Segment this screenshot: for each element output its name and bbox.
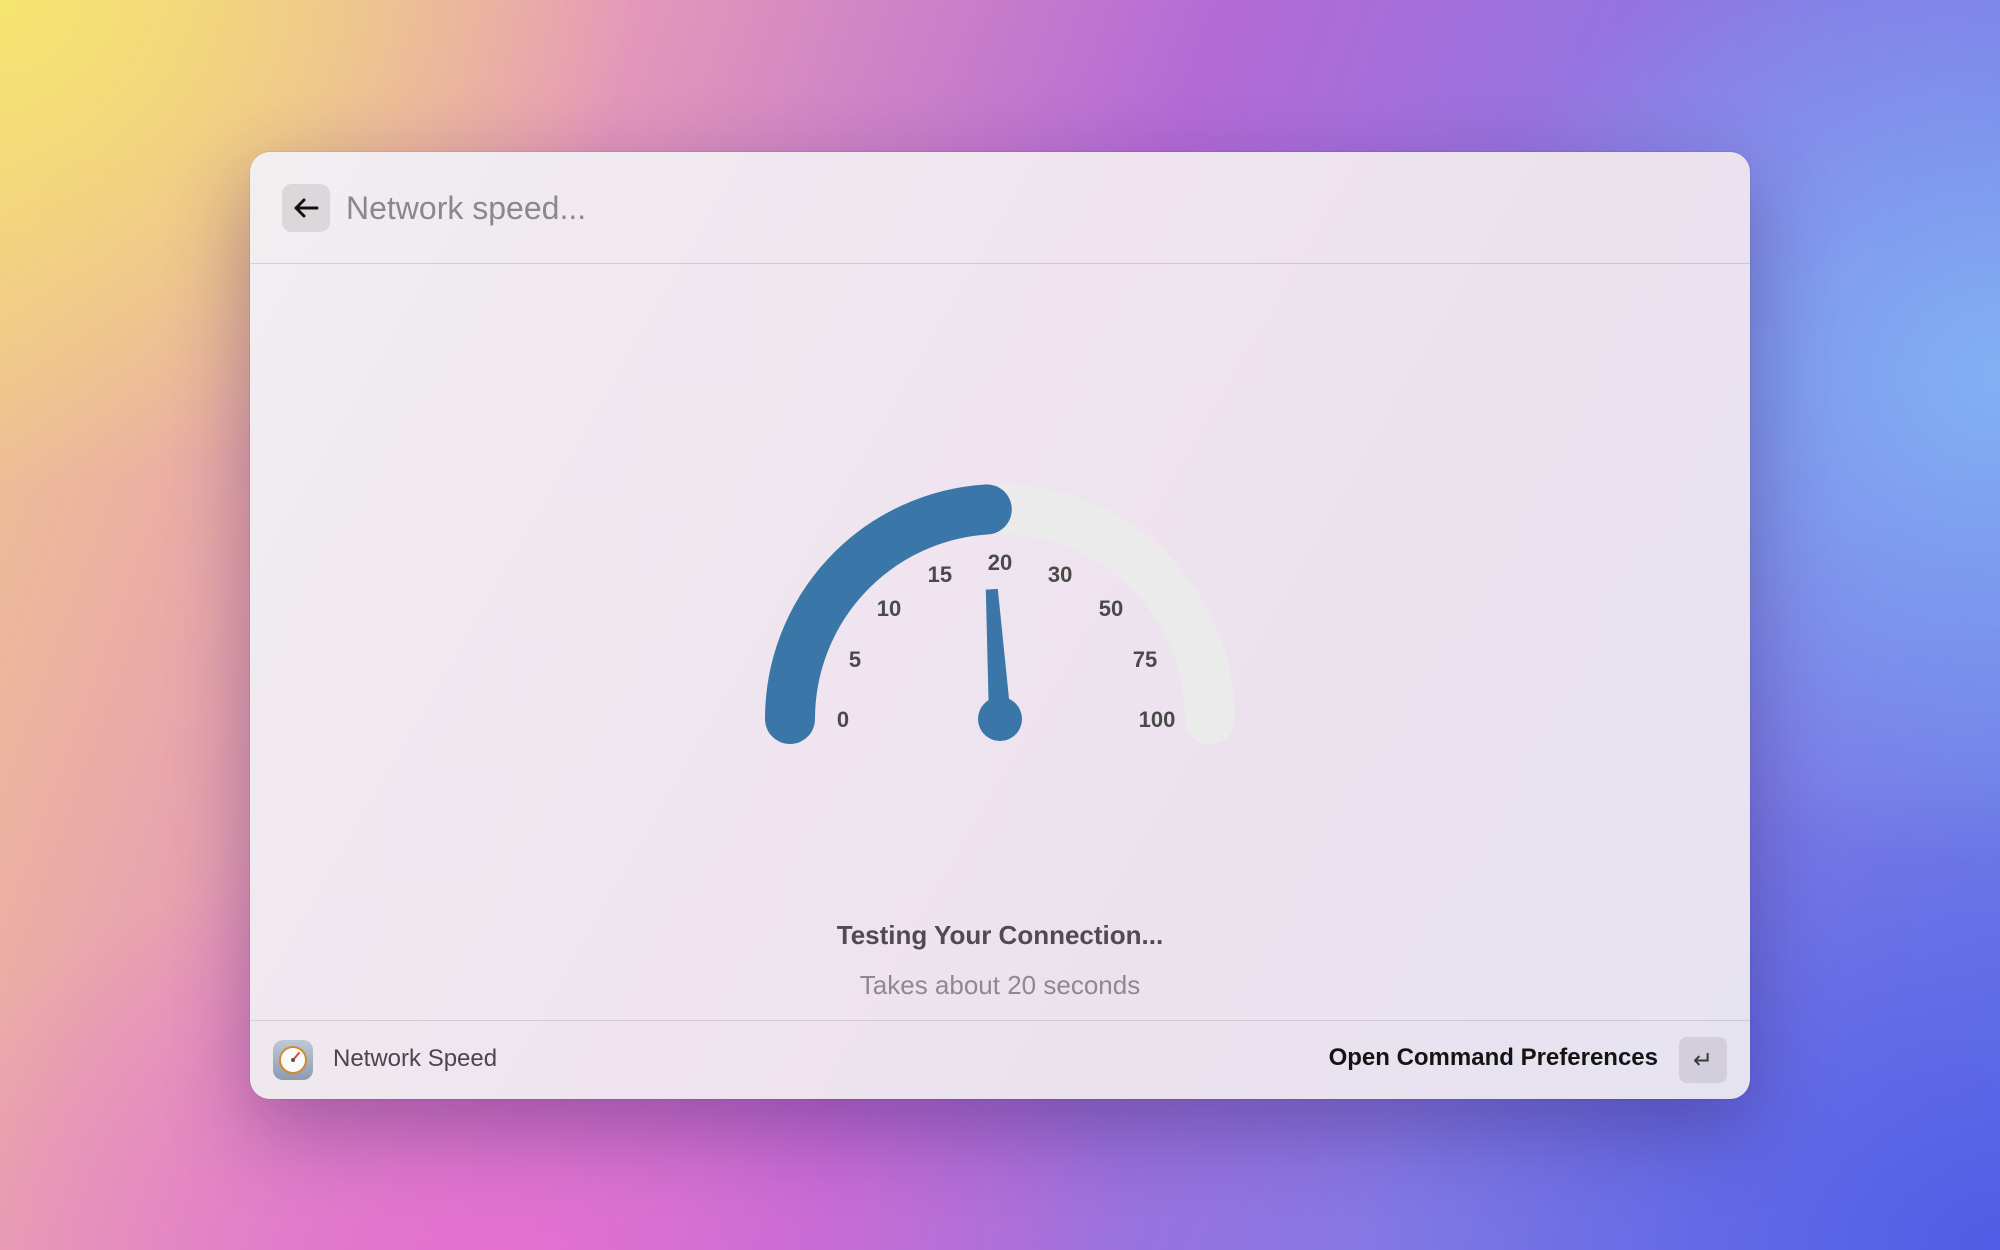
search-header <box>250 152 1750 264</box>
gauge-tick-label: 0 <box>837 707 849 732</box>
back-button[interactable] <box>282 184 330 232</box>
gauge-tick-label: 75 <box>1133 647 1157 672</box>
launcher-window: 0 5 10 15 20 30 50 75 100 Testing Your C… <box>250 152 1750 1099</box>
speed-gauge: 0 5 10 15 20 30 50 75 100 <box>765 484 1235 744</box>
action-bar: Network Speed Open Command Preferences ↵ <box>250 1020 1750 1099</box>
gauge-needle-hub <box>978 697 1022 741</box>
gauge-tick-label: 20 <box>988 550 1012 575</box>
status-subtitle: Takes about 20 seconds <box>859 970 1141 1000</box>
open-command-preferences-button[interactable]: Open Command Preferences <box>1329 1044 1658 1072</box>
arrow-left-icon <box>294 198 319 218</box>
gauge-tick-label: 30 <box>1048 562 1072 587</box>
gauge-tick-label: 100 <box>1139 707 1176 732</box>
status-title: Testing Your Connection... <box>836 920 1164 950</box>
gauge-tick-label: 50 <box>1099 596 1123 621</box>
search-input[interactable] <box>346 180 1706 236</box>
gauge-tick-label: 5 <box>849 647 861 672</box>
app-name: Network Speed <box>333 1045 498 1072</box>
gauge-tick-label: 10 <box>877 596 901 621</box>
return-key-icon[interactable]: ↵ <box>1679 1037 1727 1083</box>
speedometer-icon <box>273 1040 313 1080</box>
gauge-tick-label: 15 <box>928 562 952 587</box>
